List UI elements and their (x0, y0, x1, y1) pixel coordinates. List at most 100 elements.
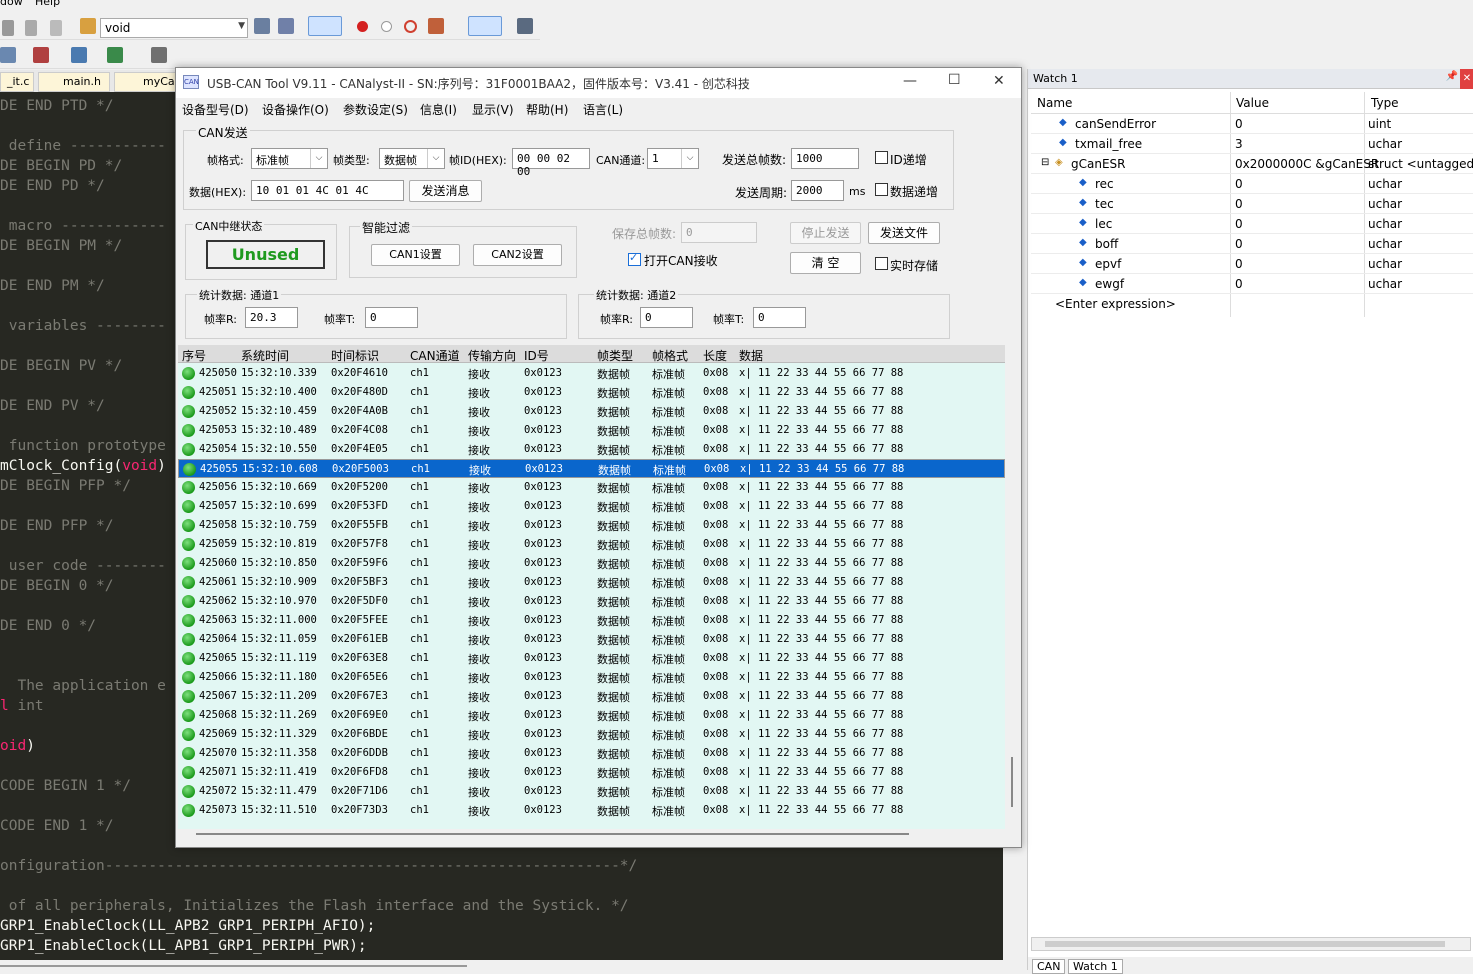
col-name[interactable]: Name (1037, 96, 1072, 110)
scroll-thumb[interactable] (1011, 757, 1013, 807)
table-row[interactable]: 425060 15:32:10.850 0x20F59F6 ch1 接收 0x0123 数据… (178, 554, 1005, 573)
id-increment-checkbox[interactable] (875, 151, 888, 164)
menu-parameter[interactable]: 参数设定(S) (343, 101, 408, 118)
editor-horizontal-scrollbar[interactable] (0, 960, 1003, 970)
table-row[interactable]: 425052 15:32:10.459 0x20F4A0B ch1 接收 0x0123 数据… (178, 402, 1005, 421)
find-icon[interactable] (254, 18, 270, 34)
watch-value[interactable]: 0 (1235, 277, 1243, 291)
frame-id-input[interactable]: 00 00 02 00 (512, 148, 590, 178)
column-header[interactable]: 时间标识 (331, 347, 379, 364)
column-header[interactable]: 帧类型 (597, 347, 633, 364)
watch-row[interactable]: ◆ rec 0 uchar (1031, 174, 1473, 194)
watch-row[interactable]: ⊟ ◈ gCanESR 0x2000000C &gCanESR struct <unta… (1031, 154, 1473, 174)
menu-help[interactable]: 帮助(H) (526, 101, 568, 118)
menu-language[interactable]: 语言(L) (583, 101, 623, 118)
comment-icon[interactable] (25, 20, 37, 36)
clear-button[interactable]: 清 空 (790, 252, 861, 274)
watch-horizontal-scrollbar[interactable] (1031, 937, 1471, 951)
table-vertical-scrollbar[interactable] (1005, 345, 1019, 829)
menu-display[interactable]: 显示(V) (472, 101, 514, 118)
uncomment-icon[interactable] (50, 20, 62, 36)
debug-zoom-icon[interactable] (308, 16, 342, 36)
watch-value[interactable]: 0 (1235, 177, 1243, 191)
table-row[interactable]: 425062 15:32:10.970 0x20F5DF0 ch1 接收 0x0123 数据… (178, 592, 1005, 611)
column-header[interactable]: 序号 (182, 347, 206, 364)
tab-can[interactable]: CAN (1032, 959, 1066, 974)
stop-send-button[interactable]: 停止发送 (790, 222, 861, 244)
indent-icon[interactable] (2, 20, 14, 36)
col-type[interactable]: Type (1371, 96, 1399, 110)
wrench-icon[interactable] (517, 18, 533, 34)
watch-value[interactable]: 0 (1235, 117, 1243, 131)
col-value[interactable]: Value (1236, 96, 1269, 110)
maximize-icon[interactable]: ☐ (948, 72, 961, 88)
tab-watch1[interactable]: Watch 1 (1068, 959, 1123, 974)
menu-window[interactable]: dow (0, 0, 23, 8)
send-message-button[interactable]: 发送消息 (409, 180, 482, 202)
options-icon[interactable] (71, 47, 87, 63)
minimize-icon[interactable]: — (903, 73, 917, 89)
watch-row[interactable]: ◆ txmail_free 3 uchar (1031, 134, 1473, 154)
table-row[interactable]: 425066 15:32:11.180 0x20F65E6 ch1 接收 0x0123 数据… (178, 668, 1005, 687)
watch-value[interactable]: 0x2000000C &gCanESR (1235, 157, 1379, 171)
column-header[interactable]: 系统时间 (241, 347, 289, 364)
table-row[interactable]: 425064 15:32:11.059 0x20F61EB ch1 接收 0x0123 数据… (178, 630, 1005, 649)
table-row[interactable]: 425063 15:32:11.000 0x20F5FEE ch1 接收 0x0123 数据… (178, 611, 1005, 630)
enter-expression-row[interactable]: <Enter expression> (1031, 294, 1473, 314)
table-row[interactable]: 425057 15:32:10.699 0x20F53FD ch1 接收 0x0123 数据… (178, 497, 1005, 516)
analysis-icon[interactable] (428, 18, 444, 34)
table-row[interactable]: 425051 15:32:10.400 0x20F480D ch1 接收 0x0123 数据… (178, 383, 1005, 402)
table-row[interactable]: 425072 15:32:11.479 0x20F71D6 ch1 接收 0x0123 数据… (178, 782, 1005, 801)
can2-settings-button[interactable]: CAN2设置 (473, 244, 562, 266)
column-header[interactable]: 长度 (703, 347, 727, 364)
frame-format-select[interactable]: 标准帧 ⌵ (251, 148, 328, 169)
watch-value[interactable]: 0 (1235, 257, 1243, 271)
table-row[interactable]: 425073 15:32:11.510 0x20F73D3 ch1 接收 0x0123 数据… (178, 801, 1005, 820)
table-row[interactable]: 425061 15:32:10.909 0x20F5BF3 ch1 接收 0x0123 数据… (178, 573, 1005, 592)
watch-value[interactable]: 0 (1235, 237, 1243, 251)
window-layout-icon[interactable] (468, 16, 502, 36)
enter-expression[interactable]: <Enter expression> (1055, 297, 1176, 311)
watch-value[interactable]: 0 (1235, 217, 1243, 231)
watch-row[interactable]: ◆ lec 0 uchar (1031, 214, 1473, 234)
watch-row[interactable]: ◆ epvf 0 uchar (1031, 254, 1473, 274)
target-combo[interactable]: void ▼ (100, 18, 248, 38)
tab-it-c[interactable]: _it.c (0, 72, 34, 92)
tab-main-h[interactable]: main.h (38, 72, 110, 92)
watch-row[interactable]: ◆ tec 0 uchar (1031, 194, 1473, 214)
column-header[interactable]: ID号 (524, 347, 549, 364)
watch-value[interactable]: 0 (1235, 197, 1243, 211)
open-can-receive-checkbox[interactable] (628, 251, 641, 266)
send-total-input[interactable]: 1000 (791, 148, 859, 169)
table-row[interactable]: 425050 15:32:10.339 0x20F4610 ch1 接收 0x0123 数据… (178, 364, 1005, 383)
table-row[interactable]: 425069 15:32:11.329 0x20F6BDE ch1 接收 0x0123 数据… (178, 725, 1005, 744)
send-file-button[interactable]: 发送文件 (868, 222, 940, 244)
kill-breakpoints-icon[interactable] (404, 20, 417, 33)
table-row[interactable]: 425068 15:32:11.269 0x20F69E0 ch1 接收 0x0123 数据… (178, 706, 1005, 725)
table-row[interactable]: 425070 15:32:11.358 0x20F6DDB ch1 接收 0x0123 数据… (178, 744, 1005, 763)
watch-row[interactable]: ◆ ewgf 0 uchar (1031, 274, 1473, 294)
close-icon[interactable]: ✕ (1460, 69, 1473, 89)
menu-help[interactable]: Help (35, 0, 60, 8)
scroll-thumb[interactable] (1045, 941, 1445, 947)
replace-icon[interactable] (278, 18, 294, 34)
realtime-save-checkbox[interactable] (875, 257, 888, 270)
select-device-icon[interactable] (107, 47, 123, 63)
watch-row[interactable]: ◆ boff 0 uchar (1031, 234, 1473, 254)
breakpoint-icon[interactable] (357, 21, 368, 32)
collapse-icon[interactable]: ⊟ (1041, 157, 1049, 168)
table-row[interactable]: 425059 15:32:10.819 0x20F57F8 ch1 接收 0x0123 数据… (178, 535, 1005, 554)
menu-device-model[interactable]: 设备型号(D) (182, 101, 249, 118)
send-period-input[interactable]: 2000 (791, 180, 844, 201)
table-horizontal-scrollbar[interactable] (178, 829, 1005, 839)
data-hex-input[interactable]: 10 01 01 4C 01 4C (251, 180, 404, 201)
can1-settings-button[interactable]: CAN1设置 (371, 244, 460, 266)
menu-device-operation[interactable]: 设备操作(O) (262, 101, 329, 118)
table-row[interactable]: 425053 15:32:10.489 0x20F4C08 ch1 接收 0x0123 数据… (178, 421, 1005, 440)
table-row[interactable]: 425054 15:32:10.550 0x20F4E05 ch1 接收 0x0123 数据… (178, 440, 1005, 459)
menu-info[interactable]: 信息(I) (420, 101, 457, 118)
can-channel-select[interactable]: 1 ⌵ (647, 148, 699, 169)
column-header[interactable]: CAN通道 (410, 347, 460, 364)
data-increment-checkbox[interactable] (875, 183, 888, 196)
frame-type-select[interactable]: 数据帧 ⌵ (379, 148, 445, 169)
